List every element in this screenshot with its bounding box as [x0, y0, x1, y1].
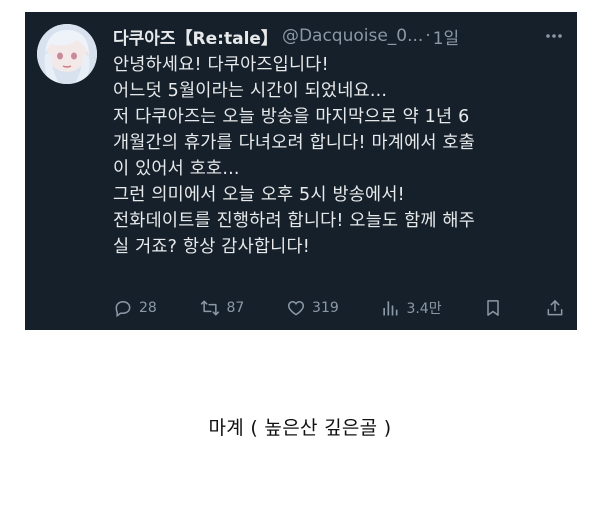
- reply-icon: [113, 298, 133, 318]
- share-button[interactable]: [545, 298, 565, 318]
- tweet-header: 다쿠아즈【Re:tale】 @Dacquoise_0... · 1일: [113, 24, 565, 49]
- views-count: 3.4만: [406, 301, 442, 317]
- views-icon: [380, 298, 400, 318]
- retweet-count: 87: [226, 300, 245, 316]
- retweet-icon: [199, 298, 221, 318]
- user-handle[interactable]: @Dacquoise_0...: [282, 26, 423, 46]
- display-name[interactable]: 다쿠아즈【Re:tale】: [113, 24, 278, 49]
- share-icon: [545, 298, 565, 318]
- tweet-line: 전화데이트를 진행하려 합니다! 오늘도 함께 해주: [113, 211, 476, 231]
- bookmark-icon: [483, 298, 503, 318]
- tweet-line: 안녕하세요! 다쿠아즈입니다!: [113, 55, 329, 75]
- timestamp[interactable]: 1일: [433, 24, 459, 49]
- more-icon[interactable]: [543, 24, 565, 48]
- like-button[interactable]: 319: [286, 298, 339, 318]
- avatar[interactable]: [37, 24, 97, 84]
- separator-dot: ·: [425, 26, 431, 46]
- action-bar: 28 87 319 3.4만: [113, 295, 565, 321]
- tweet-line: 이 있어서 호호...: [113, 159, 240, 179]
- retweet-button[interactable]: 87: [199, 298, 245, 318]
- like-icon: [286, 298, 306, 318]
- reply-count: 28: [139, 300, 157, 316]
- tweet-line: 개월간의 휴가를 다녀오려 합니다! 마계에서 호출: [113, 133, 476, 153]
- bookmark-button[interactable]: [483, 298, 503, 318]
- tweet-card[interactable]: 다쿠아즈【Re:tale】 @Dacquoise_0... · 1일 안녕하세요…: [25, 12, 577, 330]
- like-count: 319: [312, 300, 339, 316]
- tweet-text: 안녕하세요! 다쿠아즈입니다! 어느덧 5월이라는 시간이 되었네요... 저 …: [113, 52, 568, 260]
- tweet-line: 저 다쿠아즈는 오늘 방송을 마지막으로 약 1년 6: [113, 107, 470, 127]
- tweet-line: 그런 의미에서 오늘 오후 5시 방송에서!: [113, 185, 405, 205]
- reply-button[interactable]: 28: [113, 298, 157, 318]
- caption-text: 마계 ( 높은산 깊은골 ): [208, 417, 392, 439]
- tweet-line: 어느덧 5월이라는 시간이 되었네요...: [113, 81, 388, 101]
- tweet-line: 실 거죠? 항상 감사합니다!: [113, 237, 310, 257]
- views-button[interactable]: 3.4만: [380, 298, 442, 318]
